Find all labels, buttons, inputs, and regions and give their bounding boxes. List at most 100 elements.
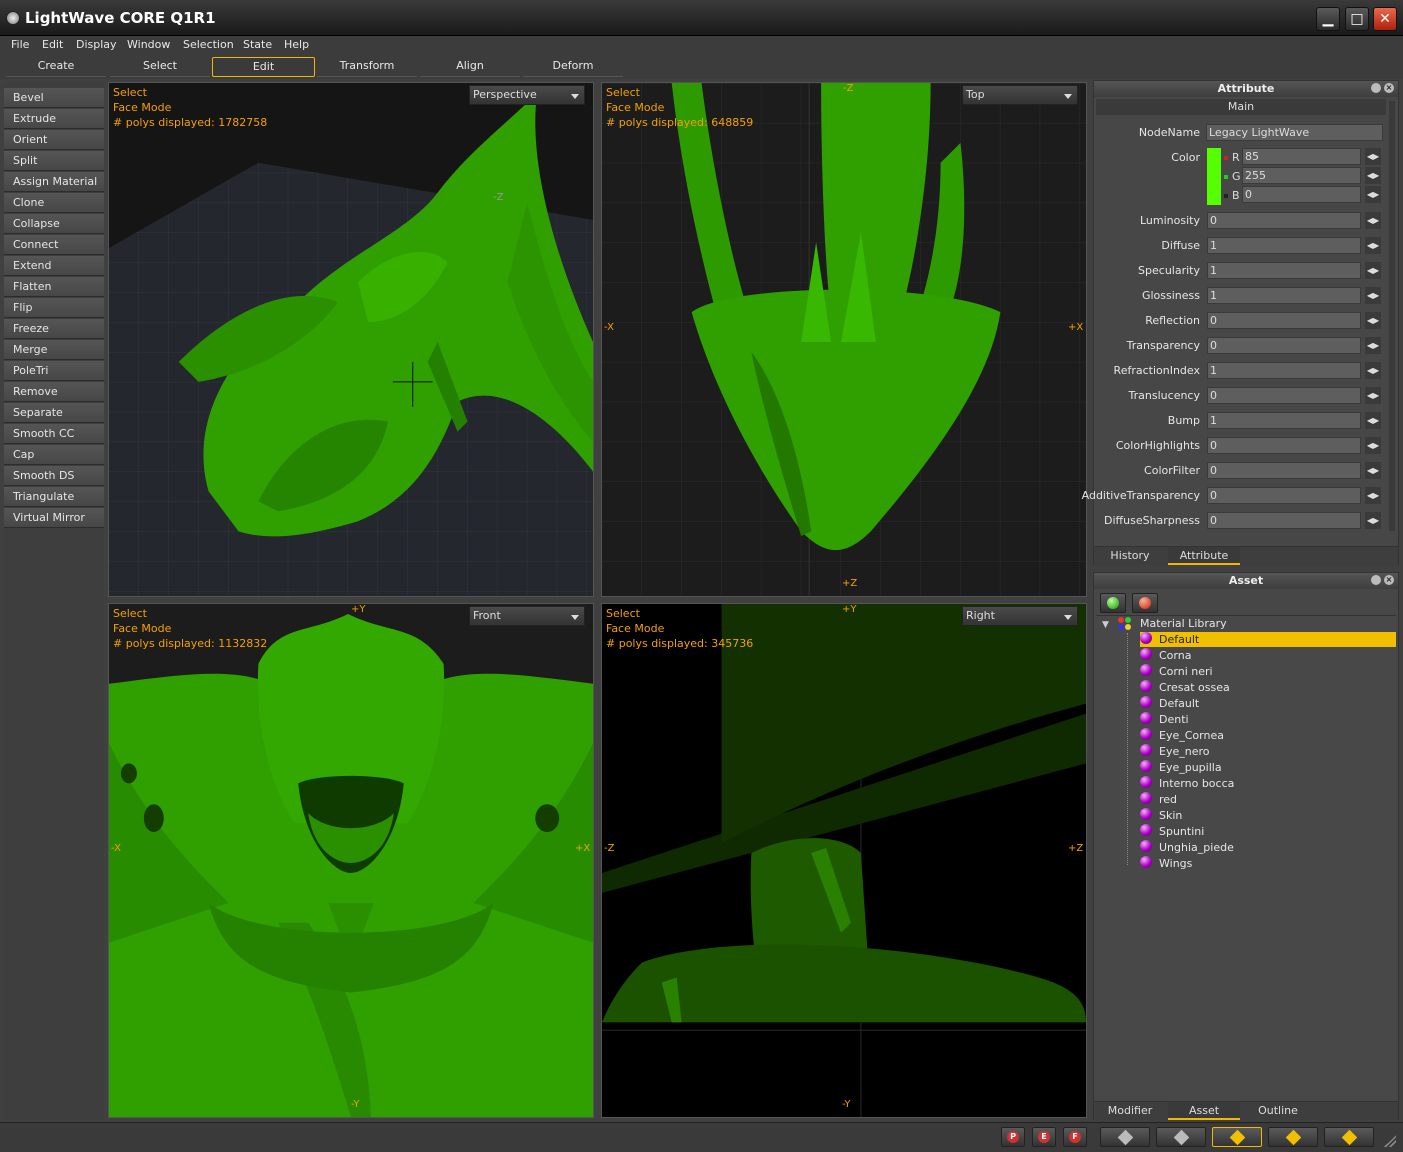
tool-smooth-cc[interactable]: Smooth CC xyxy=(4,424,104,444)
menu-state[interactable]: State xyxy=(243,38,272,51)
tool-connect[interactable]: Connect xyxy=(4,235,104,255)
glossiness-field[interactable]: 1 xyxy=(1207,287,1361,304)
tool-poletri[interactable]: PoleTri xyxy=(4,361,104,381)
tool-extend[interactable]: Extend xyxy=(4,256,104,276)
stepper-icon[interactable]: ◀▶ xyxy=(1365,262,1381,279)
tool-remove[interactable]: Remove xyxy=(4,382,104,402)
tool-flip[interactable]: Flip xyxy=(4,298,104,318)
stepper-icon[interactable]: ◀▶ xyxy=(1365,362,1381,379)
material-item[interactable]: Eye_nero xyxy=(1140,744,1396,759)
reflection-field[interactable]: 0 xyxy=(1207,312,1361,329)
tool-extrude[interactable]: Extrude xyxy=(4,109,104,129)
close-icon[interactable]: × xyxy=(1384,83,1394,93)
stepper-icon[interactable]: ◀▶ xyxy=(1365,437,1381,454)
tool-bevel[interactable]: Bevel xyxy=(4,88,104,108)
tool-triangulate[interactable]: Triangulate xyxy=(4,487,104,507)
material-item[interactable]: Default xyxy=(1140,696,1396,711)
section-main[interactable]: Main xyxy=(1096,99,1386,115)
maximize-button[interactable]: □ xyxy=(1345,7,1369,31)
tab-deform[interactable]: Deform xyxy=(523,57,623,77)
material-library-label[interactable]: Material Library xyxy=(1140,617,1227,630)
tool-smooth-ds[interactable]: Smooth DS xyxy=(4,466,104,486)
view-select-top[interactable]: Top xyxy=(962,85,1078,105)
specularity-field[interactable]: 1 xyxy=(1207,262,1361,279)
resize-grip-icon[interactable] xyxy=(1384,1135,1396,1147)
viewport-perspective[interactable]: Select Face Mode # polys displayed: 1782… xyxy=(108,82,594,597)
stepper-icon[interactable]: ◀▶ xyxy=(1365,237,1381,254)
shading-smooth-button[interactable] xyxy=(1212,1127,1262,1147)
stepper-icon[interactable]: ◀▶ xyxy=(1365,412,1381,429)
menu-display[interactable]: Display xyxy=(76,38,117,51)
stepper-icon[interactable]: ◀▶ xyxy=(1365,487,1381,504)
material-item[interactable]: Skin xyxy=(1140,808,1396,823)
diffuse-field[interactable]: 1 xyxy=(1207,237,1361,254)
material-item[interactable]: Corna xyxy=(1140,648,1396,663)
stepper-icon[interactable]: ◀▶ xyxy=(1365,387,1381,404)
view-select-right[interactable]: Right xyxy=(962,606,1078,626)
stepper-icon[interactable]: ◀▶ xyxy=(1365,212,1381,229)
shading-flat-button[interactable] xyxy=(1156,1127,1206,1147)
tab-select[interactable]: Select xyxy=(110,57,210,77)
material-item[interactable]: Eye_pupilla xyxy=(1140,760,1396,775)
material-item[interactable]: Eye_Cornea xyxy=(1140,728,1396,743)
material-item[interactable]: Spuntini xyxy=(1140,824,1396,839)
tab-transform[interactable]: Transform xyxy=(317,57,417,77)
tool-orient[interactable]: Orient xyxy=(4,130,104,150)
undock-icon[interactable] xyxy=(1371,575,1381,585)
material-item[interactable]: Denti xyxy=(1140,712,1396,727)
tab-asset[interactable]: Asset xyxy=(1168,1102,1240,1120)
tab-attribute[interactable]: Attribute xyxy=(1168,547,1240,565)
expand-arrow-icon[interactable]: ▼ xyxy=(1102,620,1109,630)
viewport-top[interactable]: Select Face Mode # polys displayed: 6488… xyxy=(601,82,1087,597)
tool-cap[interactable]: Cap xyxy=(4,445,104,465)
shading-textured-button[interactable] xyxy=(1268,1127,1318,1147)
add-material-button[interactable] xyxy=(1100,593,1126,613)
close-button[interactable]: ✕ xyxy=(1373,7,1397,31)
tab-align[interactable]: Align xyxy=(420,57,520,77)
stepper-icon[interactable]: ◀▶ xyxy=(1365,512,1381,529)
menu-file[interactable]: File xyxy=(11,38,29,51)
red-stepper-icon[interactable]: ◀▶ xyxy=(1365,148,1381,165)
app-gear-icon[interactable] xyxy=(6,11,20,25)
red-field[interactable]: 85 xyxy=(1242,148,1361,165)
minimize-button[interactable]: ▁ xyxy=(1316,7,1340,31)
transparency-field[interactable]: 0 xyxy=(1207,337,1361,354)
material-item[interactable]: Wings xyxy=(1140,856,1396,871)
material-item[interactable]: Corni neri xyxy=(1140,664,1396,679)
remove-material-button[interactable] xyxy=(1132,593,1158,613)
tool-assign-material[interactable]: Assign Material xyxy=(4,172,104,192)
tool-split[interactable]: Split xyxy=(4,151,104,171)
translucency-field[interactable]: 0 xyxy=(1207,387,1361,404)
additive-transparency-field[interactable]: 0 xyxy=(1207,487,1361,504)
tab-modifier-stack[interactable]: Modifier Stack xyxy=(1094,1102,1166,1134)
stepper-icon[interactable]: ◀▶ xyxy=(1365,337,1381,354)
shading-wireframe-button[interactable] xyxy=(1100,1127,1150,1147)
stepper-icon[interactable]: ◀▶ xyxy=(1365,312,1381,329)
view-select-front[interactable]: Front xyxy=(469,606,585,626)
menu-selection[interactable]: Selection xyxy=(183,38,234,51)
blue-field[interactable]: 0 xyxy=(1242,186,1361,203)
tab-edit[interactable]: Edit xyxy=(212,57,315,77)
material-item[interactable]: Unghia_piede xyxy=(1140,840,1396,855)
tab-outline[interactable]: Outline xyxy=(1242,1102,1314,1120)
green-field[interactable]: 255 xyxy=(1242,167,1361,184)
menu-edit[interactable]: Edit xyxy=(42,38,63,51)
bump-field[interactable]: 1 xyxy=(1207,412,1361,429)
color-filter-field[interactable]: 0 xyxy=(1207,462,1361,479)
tab-create[interactable]: Create xyxy=(6,57,106,77)
green-stepper-icon[interactable]: ◀▶ xyxy=(1365,167,1381,184)
color-swatch[interactable] xyxy=(1207,148,1221,205)
f-button[interactable]: F xyxy=(1063,1127,1087,1147)
p-button[interactable]: P xyxy=(1001,1127,1025,1147)
refraction-index-field[interactable]: 1 xyxy=(1207,362,1361,379)
luminosity-field[interactable]: 0 xyxy=(1207,212,1361,229)
blue-stepper-icon[interactable]: ◀▶ xyxy=(1365,186,1381,203)
viewport-right[interactable]: Select Face Mode # polys displayed: 3457… xyxy=(601,603,1087,1118)
tool-collapse[interactable]: Collapse xyxy=(4,214,104,234)
tool-separate[interactable]: Separate xyxy=(4,403,104,423)
stepper-icon[interactable]: ◀▶ xyxy=(1365,462,1381,479)
tool-clone[interactable]: Clone xyxy=(4,193,104,213)
material-item[interactable]: Interno bocca xyxy=(1140,776,1396,791)
stepper-icon[interactable]: ◀▶ xyxy=(1365,287,1381,304)
menu-help[interactable]: Help xyxy=(284,38,309,51)
